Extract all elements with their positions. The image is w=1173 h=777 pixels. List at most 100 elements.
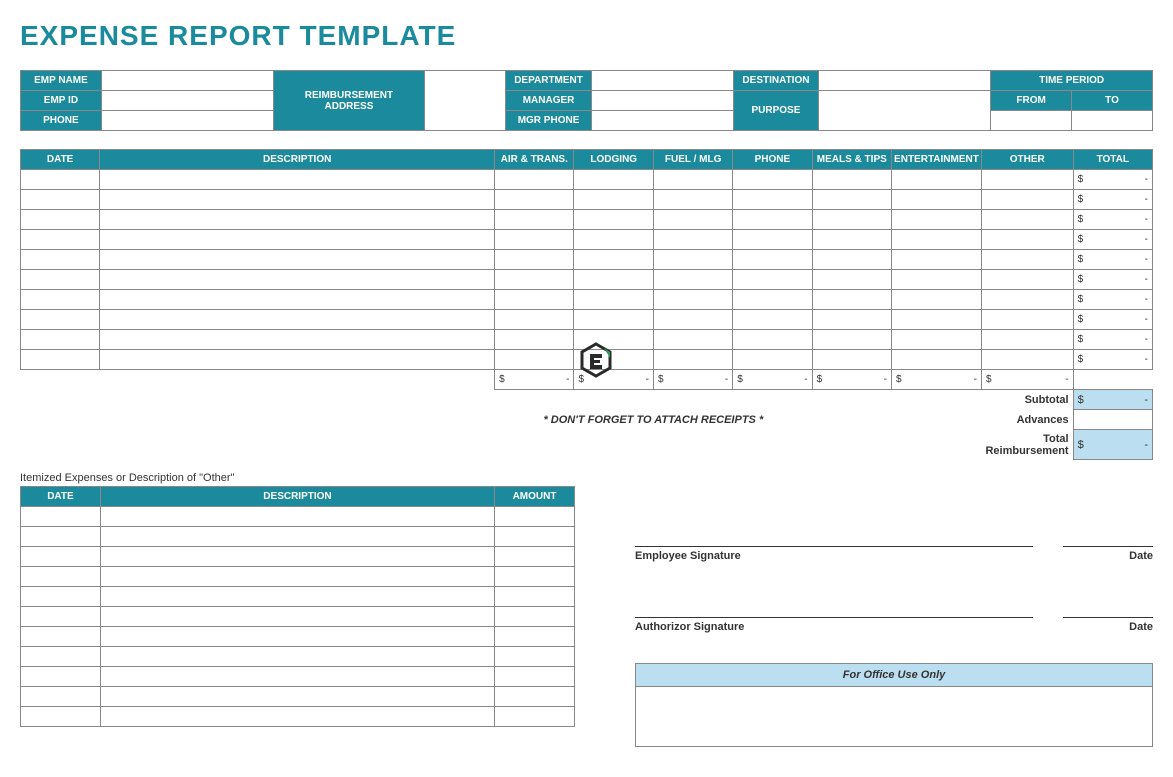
cell[interactable] (891, 350, 981, 370)
cell[interactable] (21, 290, 100, 310)
cell[interactable] (891, 230, 981, 250)
cell[interactable] (733, 310, 812, 330)
cell[interactable] (574, 290, 654, 310)
cell[interactable] (981, 230, 1073, 250)
purpose-input[interactable] (819, 91, 991, 131)
cell[interactable] (100, 567, 494, 587)
cell[interactable] (495, 330, 574, 350)
cell[interactable] (100, 587, 494, 607)
cell[interactable] (574, 350, 654, 370)
cell[interactable] (574, 230, 654, 250)
cell[interactable] (654, 230, 733, 250)
cell[interactable] (495, 547, 575, 567)
destination-input[interactable] (819, 71, 991, 91)
cell[interactable] (733, 290, 812, 310)
cell[interactable] (495, 627, 575, 647)
cell[interactable] (733, 270, 812, 290)
cell[interactable] (100, 230, 495, 250)
cell[interactable] (495, 567, 575, 587)
cell[interactable] (495, 507, 575, 527)
cell[interactable] (812, 270, 891, 290)
cell[interactable] (812, 250, 891, 270)
cell[interactable] (495, 310, 574, 330)
cell[interactable] (733, 330, 812, 350)
cell[interactable] (100, 687, 494, 707)
cell[interactable] (100, 547, 494, 567)
cell[interactable] (100, 707, 494, 727)
cell[interactable] (733, 350, 812, 370)
cell[interactable] (100, 270, 495, 290)
cell[interactable] (812, 230, 891, 250)
mgr-phone-input[interactable] (592, 111, 734, 131)
cell[interactable] (891, 250, 981, 270)
cell[interactable] (891, 170, 981, 190)
cell[interactable] (21, 270, 100, 290)
cell[interactable] (100, 310, 495, 330)
cell[interactable] (21, 647, 101, 667)
cell[interactable] (21, 507, 101, 527)
cell[interactable] (21, 190, 100, 210)
cell[interactable] (981, 170, 1073, 190)
cell[interactable] (100, 507, 494, 527)
cell[interactable] (981, 250, 1073, 270)
cell[interactable] (100, 330, 495, 350)
cell[interactable] (812, 190, 891, 210)
cell[interactable] (574, 210, 654, 230)
cell[interactable] (812, 170, 891, 190)
cell[interactable] (495, 270, 574, 290)
emp-id-input[interactable] (101, 91, 273, 111)
cell[interactable] (21, 170, 100, 190)
cell[interactable] (100, 350, 495, 370)
cell[interactable] (495, 250, 574, 270)
cell[interactable] (574, 190, 654, 210)
cell[interactable] (21, 547, 101, 567)
cell[interactable] (891, 190, 981, 210)
emp-name-input[interactable] (101, 71, 273, 91)
cell[interactable] (891, 270, 981, 290)
cell[interactable] (654, 170, 733, 190)
cell[interactable] (654, 290, 733, 310)
cell[interactable] (981, 270, 1073, 290)
cell[interactable] (495, 707, 575, 727)
cell[interactable] (100, 527, 494, 547)
cell[interactable] (733, 190, 812, 210)
cell[interactable] (21, 707, 101, 727)
cell[interactable] (574, 250, 654, 270)
cell[interactable] (21, 330, 100, 350)
cell[interactable] (21, 230, 100, 250)
cell[interactable] (21, 667, 101, 687)
cell[interactable] (100, 190, 495, 210)
cell[interactable] (21, 607, 101, 627)
cell[interactable] (495, 170, 574, 190)
cell[interactable] (495, 687, 575, 707)
cell[interactable] (654, 310, 733, 330)
cell[interactable] (100, 170, 495, 190)
advances-value[interactable] (1073, 410, 1152, 430)
cell[interactable] (495, 190, 574, 210)
cell[interactable] (654, 350, 733, 370)
cell[interactable] (100, 667, 494, 687)
cell[interactable] (574, 270, 654, 290)
manager-input[interactable] (592, 91, 734, 111)
cell[interactable] (654, 210, 733, 230)
cell[interactable] (733, 210, 812, 230)
cell[interactable] (812, 310, 891, 330)
cell[interactable] (21, 310, 100, 330)
cell[interactable] (981, 330, 1073, 350)
cell[interactable] (654, 250, 733, 270)
cell[interactable] (495, 290, 574, 310)
cell[interactable] (733, 230, 812, 250)
cell[interactable] (100, 607, 494, 627)
cell[interactable] (574, 330, 654, 350)
cell[interactable] (574, 310, 654, 330)
cell[interactable] (574, 170, 654, 190)
cell[interactable] (21, 627, 101, 647)
cell[interactable] (812, 290, 891, 310)
cell[interactable] (21, 587, 101, 607)
cell[interactable] (981, 190, 1073, 210)
cell[interactable] (495, 667, 575, 687)
cell[interactable] (21, 527, 101, 547)
cell[interactable] (100, 627, 494, 647)
cell[interactable] (812, 210, 891, 230)
cell[interactable] (495, 607, 575, 627)
